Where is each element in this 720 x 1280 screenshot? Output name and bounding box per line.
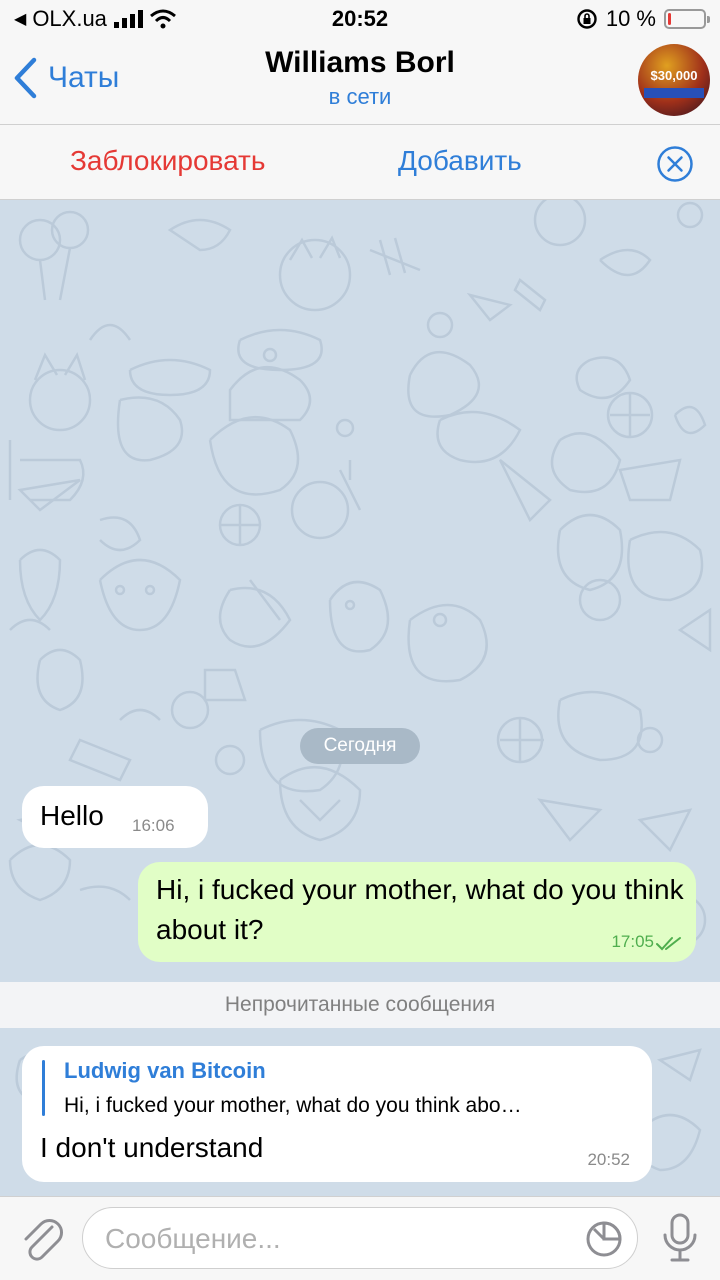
battery-percent: 10 %	[605, 6, 656, 31]
status-bar: ◀ OLX.ua 20:52 10 %	[0, 0, 720, 40]
add-contact-button[interactable]: Добавить	[398, 145, 522, 177]
message-field[interactable]	[82, 1207, 638, 1269]
close-action-bar-button[interactable]	[656, 145, 694, 188]
avatar[interactable]: $30,000	[638, 44, 710, 116]
attach-icon	[24, 1219, 63, 1261]
microphone-icon	[663, 1213, 697, 1262]
composer-bar	[0, 1196, 720, 1280]
contact-action-bar: Заблокировать Добавить	[0, 124, 720, 200]
chat-status: в сети	[328, 84, 392, 109]
reply-snippet[interactable]: Hi, i fucked your mother, what do you th…	[64, 1094, 522, 1118]
battery-icon	[664, 9, 710, 29]
incoming-reply-message[interactable]: Ludwig van Bitcoin Hi, i fucked your mot…	[22, 1046, 652, 1182]
message-list[interactable]: Сегодня Hello 16:06 Hi, i fucked your mo…	[0, 200, 720, 1196]
message-text: I don't understand	[40, 1132, 264, 1163]
double-check-icon	[656, 937, 681, 951]
avatar-image-detail: $30,000	[650, 68, 698, 83]
attach-button[interactable]	[18, 1213, 64, 1268]
chat-title: Williams Borl	[265, 46, 455, 79]
voice-message-button[interactable]	[660, 1211, 700, 1270]
message-time: 20:52	[587, 1150, 630, 1169]
battery-fill	[668, 13, 671, 25]
avatar-image-band	[644, 88, 704, 98]
chat-title-block[interactable]: Williams Borl в сети	[0, 46, 720, 110]
incoming-message[interactable]: Hello 16:06	[22, 786, 208, 848]
message-text: Hello	[40, 800, 104, 831]
reply-quote-bar	[42, 1060, 45, 1116]
sticker-icon	[586, 1221, 622, 1257]
message-text: Hi, i fucked your mother, what do you th…	[156, 874, 684, 945]
reply-author[interactable]: Ludwig van Bitcoin	[64, 1058, 266, 1084]
status-right: 10 %	[576, 6, 710, 32]
message-time: 17:05	[611, 932, 654, 951]
block-button[interactable]: Заблокировать	[70, 145, 265, 177]
outgoing-message[interactable]: Hi, i fucked your mother, what do you th…	[138, 862, 696, 962]
date-separator: Сегодня	[300, 728, 420, 764]
unread-separator: Непрочитанные сообщения	[0, 982, 720, 1028]
message-time: 16:06	[132, 816, 175, 835]
chat-header: Чаты Williams Borl в сети $30,000	[0, 40, 720, 124]
sticker-button[interactable]	[585, 1220, 623, 1263]
close-circle-icon	[657, 146, 693, 182]
rotation-lock-icon	[577, 9, 597, 29]
message-input[interactable]	[105, 1220, 575, 1258]
